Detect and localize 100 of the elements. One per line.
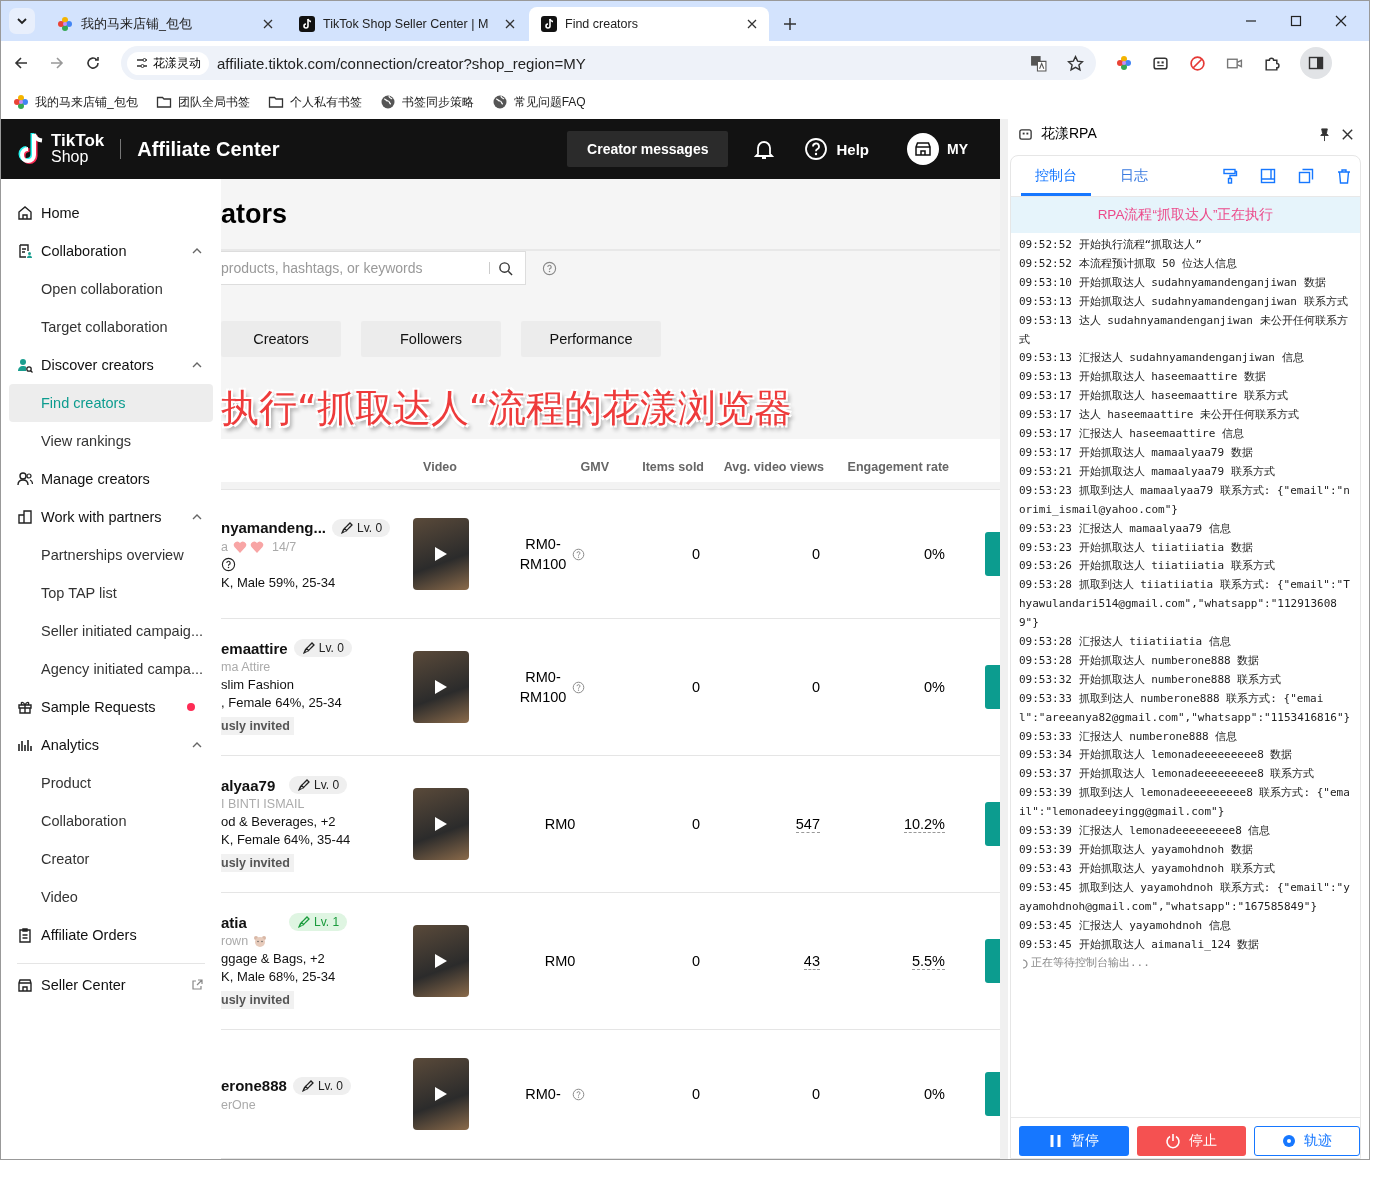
bookmark[interactable]: 个人私有书签 <box>267 93 362 111</box>
creator-name[interactable]: emaattire <box>221 639 288 657</box>
trash-icon[interactable] <box>1336 168 1352 184</box>
sidebar-item[interactable]: Sample Requests <box>9 688 213 726</box>
video-thumbnail[interactable] <box>413 925 469 997</box>
sidebar-subitem[interactable]: Agency initiated campa... <box>9 650 213 688</box>
external-link-icon[interactable] <box>191 979 203 991</box>
sidebar-item[interactable]: Work with partners <box>9 498 213 536</box>
action-button[interactable]: 轨迹 <box>1254 1126 1360 1156</box>
sidebar-subitem[interactable]: Partnerships overview <box>9 536 213 574</box>
creator-name[interactable]: atia <box>221 913 283 931</box>
filter-tab[interactable]: Creators <box>221 321 341 357</box>
level-badge: Lv. 0 <box>289 776 348 794</box>
tiktok-note-icon <box>541 16 557 32</box>
bookmark[interactable]: 书签同步策略 <box>379 93 474 111</box>
bookmark[interactable]: 我的马来店铺_包包 <box>13 93 138 111</box>
video-thumbnail[interactable] <box>413 1058 469 1130</box>
creator-name[interactable]: nyamandeng... <box>221 519 327 536</box>
new-tab-icon[interactable] <box>783 17 797 31</box>
engagement-value: 5.5% <box>911 953 945 970</box>
sidebar-subitem[interactable]: View rankings <box>9 422 213 460</box>
bar-chart-icon <box>17 737 33 753</box>
action-button[interactable]: 暂停 <box>1019 1126 1129 1156</box>
maximize-icon[interactable] <box>1290 15 1302 27</box>
log-line: 09:53:10 开始抓取达人 sudahnyamandenganjiwan 数据 <box>1019 274 1327 291</box>
help-icon[interactable] <box>221 556 236 572</box>
search-icon[interactable] <box>498 261 513 276</box>
sidebar-subitem[interactable]: Creator <box>9 840 213 878</box>
video-thumbnail[interactable] <box>413 651 469 723</box>
close-icon[interactable] <box>1335 15 1347 27</box>
sidebar-subitem[interactable]: Collaboration <box>9 802 213 840</box>
log-line: 09:53:26 开始抓取达人 tiiatiiatia 联系方式 <box>1019 558 1276 575</box>
sidebar-item[interactable]: Affiliate Orders <box>9 916 213 954</box>
creator-nickname: I BINTI ISMAIL <box>221 797 305 811</box>
reload-icon[interactable] <box>85 55 101 71</box>
account-button[interactable]: MY <box>907 133 968 165</box>
address-bar[interactable]: 花漾灵动 affiliate.tiktok.com/connection/creator?shop_region=MY <box>121 46 1096 80</box>
sidebar-item[interactable]: Discover creators <box>9 346 213 384</box>
pin-icon[interactable] <box>1317 126 1332 142</box>
sidebar-item[interactable]: Manage creators <box>9 460 213 498</box>
items-sold-value: 0 <box>691 546 700 562</box>
creator-messages-button[interactable]: Creator messages <box>567 131 729 167</box>
log-line: 09:53:21 开始抓取达人 mamaalyaa79 联系方式 <box>1019 463 1276 480</box>
sidebar-subitem[interactable]: Seller initiated campaig... <box>9 612 213 650</box>
browser-tab[interactable]: TikTok Shop Seller Center | M <box>287 7 527 41</box>
bookmark[interactable]: 团队全局书签 <box>155 93 250 111</box>
help-button[interactable]: Help <box>804 137 869 161</box>
prohibited-icon[interactable] <box>1189 54 1206 72</box>
puzzle-icon[interactable] <box>1263 54 1280 72</box>
video-thumbnail[interactable] <box>413 518 469 590</box>
creator-name[interactable]: alyaa79 <box>221 776 283 794</box>
folder-icon <box>155 94 172 110</box>
store-icon <box>914 140 932 158</box>
gmv-value: RM0 <box>543 815 577 834</box>
browser-tab[interactable]: Find creators <box>529 7 769 41</box>
column-header: Engagement rate <box>846 459 950 474</box>
site-info-chip[interactable]: 花漾灵动 <box>127 51 209 75</box>
back-icon[interactable] <box>13 55 29 71</box>
log-line: 09:53:23 抓取到达人 mamaalyaa79 联系方式: {"email":"norimi_ismail@yahoo.com"} <box>1019 482 1351 518</box>
views-value: 0 <box>811 1086 820 1102</box>
filter-tab[interactable]: Followers <box>361 321 501 357</box>
sidebar-subitem[interactable]: Video <box>9 878 213 916</box>
robot-icon[interactable] <box>1152 54 1169 72</box>
log-line: 09:53:13 开始抓取达人 sudahnyamandenganjiwan 联系方式 <box>1019 293 1349 310</box>
creator-name[interactable]: erone888 <box>221 1077 287 1094</box>
sidebar-subitem[interactable]: Target collaboration <box>9 308 213 346</box>
log-line: 09:53:28 开始抓取达人 numberone888 数据 <box>1019 652 1261 669</box>
bookmark[interactable]: 常见问题FAQ <box>491 93 586 111</box>
filter-tab[interactable]: Performance <box>521 321 661 357</box>
audience-text: K, Male 68%, 25-34 <box>221 969 337 984</box>
copy-icon[interactable] <box>1298 168 1314 184</box>
paint-roller-icon[interactable] <box>1222 168 1238 184</box>
panel-tab[interactable]: 日志 <box>1099 167 1169 196</box>
sidebar-item[interactable]: Home <box>9 194 213 232</box>
waiting-text: 正在等待控制台输出... <box>1031 955 1150 972</box>
tiktok-note-icon <box>299 16 315 32</box>
url-text: affiliate.tiktok.com/connection/creator?shop_region=MY <box>217 54 587 72</box>
search-field[interactable]: products, hashtags, or keywords <box>221 251 526 285</box>
brand-name: TikTok <box>51 133 105 149</box>
globe-icon <box>379 94 396 110</box>
translate-icon[interactable] <box>1030 54 1047 72</box>
level-badge: Lv. 0 <box>292 1076 351 1095</box>
column-header: Items sold <box>641 459 705 474</box>
sidebar-subitem[interactable]: Top TAP list <box>9 574 213 612</box>
panel-layout-icon[interactable] <box>1260 168 1276 184</box>
audience-text: K, Female 64%, 35-44 <box>221 832 352 847</box>
video-thumbnail[interactable] <box>413 788 469 860</box>
sidebar-subitem[interactable]: Open collaboration <box>9 270 213 308</box>
star-icon[interactable] <box>1067 54 1084 72</box>
side-panel-button[interactable] <box>1300 47 1332 79</box>
forward-icon[interactable] <box>49 55 65 71</box>
sidebar-item[interactable]: Collaboration <box>9 232 213 270</box>
sidebar-item[interactable]: Seller Center <box>9 966 213 1004</box>
close-icon[interactable] <box>505 19 515 29</box>
sidebar-subitem[interactable]: Product <box>9 764 213 802</box>
close-icon[interactable] <box>263 19 273 29</box>
browser-tab[interactable]: 我的马来店铺_包包 <box>45 7 285 41</box>
sidebar-item[interactable]: Analytics <box>9 726 213 764</box>
tab-list-button[interactable] <box>9 8 35 34</box>
close-icon[interactable] <box>747 19 757 29</box>
